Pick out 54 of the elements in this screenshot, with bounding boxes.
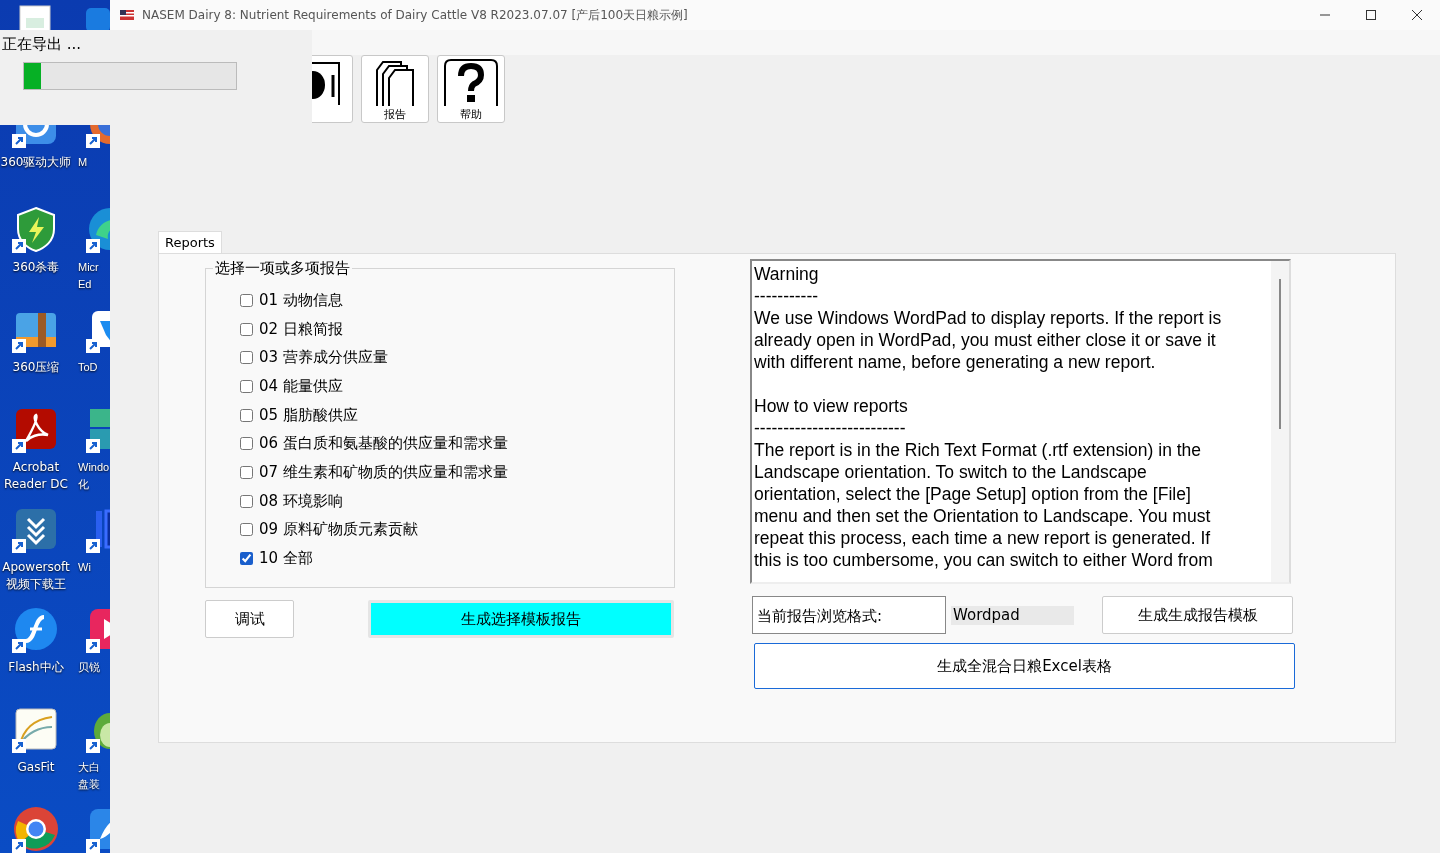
icon-label: Apowersoft 视频下载王 [2, 559, 70, 593]
checkbox-label[interactable]: 10 全部 [259, 549, 313, 569]
app-icon[interactable] [86, 8, 110, 32]
app-icon[interactable] [12, 605, 60, 653]
icon-label: 大白 盘装 [78, 760, 100, 792]
template-button[interactable]: 生成生成报告模板 [1102, 596, 1293, 634]
checkbox[interactable] [240, 494, 253, 508]
help-button[interactable]: 帮助 [437, 55, 505, 123]
checkbox[interactable] [240, 437, 253, 451]
icon-label: 360杀毒 [12, 259, 60, 276]
checkbox-label[interactable]: 09 原料矿物质元素贡献 [259, 520, 418, 540]
format-value: Wordpad [951, 605, 1074, 625]
checkbox-label[interactable]: 08 环境影响 [259, 491, 343, 511]
checkbox[interactable] [240, 552, 253, 566]
app-icon[interactable] [12, 705, 60, 753]
format-label: 当前报告浏览格式: [752, 596, 946, 634]
checkbox[interactable] [240, 465, 253, 479]
group-title: 选择一项或多项报告 [214, 259, 351, 278]
icon-label: Acrobat Reader DC [4, 459, 68, 493]
generate-button[interactable]: 生成选择模板报告 [368, 600, 674, 638]
debug-button[interactable]: 调试 [205, 600, 294, 638]
icon-label: Micr Ed [78, 260, 99, 292]
checkbox[interactable] [240, 523, 253, 537]
icon-label: Flash中心 [8, 659, 64, 676]
icon-label: Wi [78, 560, 91, 575]
checkbox-label[interactable]: 04 能量供应 [259, 376, 343, 396]
tab[interactable]: Reports [158, 231, 222, 253]
checkbox-label[interactable]: 07 维生素和矿物质的供应量和需求量 [259, 462, 508, 482]
flag-icon [120, 10, 134, 20]
app-icon[interactable] [12, 805, 60, 853]
checkbox-label[interactable]: 01 动物信息 [259, 290, 343, 310]
window-title: NASEM Dairy 8: Nutrient Requirements of Dairy Cattle V8 R2023.07.07 [产后100天日粮示例] [142, 6, 689, 24]
checkbox[interactable] [240, 322, 253, 336]
checkbox-label[interactable]: 02 日粮简报 [259, 319, 343, 339]
icon-label: 360驱动大师 [0, 154, 72, 171]
export-message: 正在导出 ... [2, 35, 82, 54]
scrollbar[interactable] [1271, 261, 1289, 582]
info-text: Warning ----------- We use Windows WordPad to display reports. If the report is already open in WordPad, you must either close it or save it with different name, before generating a new report. How to view reports -------------------------- The report is in the Rich Text Format (.rtf extension) in the Landscape orientation. To switch to the Landscape orientation, select the [Page Setup] option from the [File] menu and then set the Orientation to Landscape. You must repeat this process, each time a new report is generated. If this is too cumbersome, you can switch to either Word from [753, 263, 1223, 572]
report-button[interactable]: 报告 [361, 55, 429, 123]
checkbox[interactable] [240, 293, 253, 307]
icon-label: ToD [78, 360, 98, 375]
icon-label: M [78, 155, 88, 170]
icon-label: 贝锐 [78, 660, 100, 675]
icon-label: 360压缩 [12, 359, 60, 376]
checkbox[interactable] [240, 408, 253, 422]
icon-label: GasFit [17, 759, 55, 776]
checkbox[interactable] [240, 351, 253, 365]
checkbox-label[interactable]: 03 营养成分供应量 [259, 348, 388, 368]
icon-label: Windo 化 [78, 460, 110, 492]
checkbox-label[interactable]: 06 蛋白质和氨基酸的供应量和需求量 [259, 434, 508, 454]
excel-button[interactable]: 生成全混合日粮Excel表格 [754, 643, 1295, 689]
checkbox-label[interactable]: 05 脂肪酸供应 [259, 405, 358, 425]
question-icon [441, 58, 501, 108]
checkbox[interactable] [240, 379, 253, 393]
